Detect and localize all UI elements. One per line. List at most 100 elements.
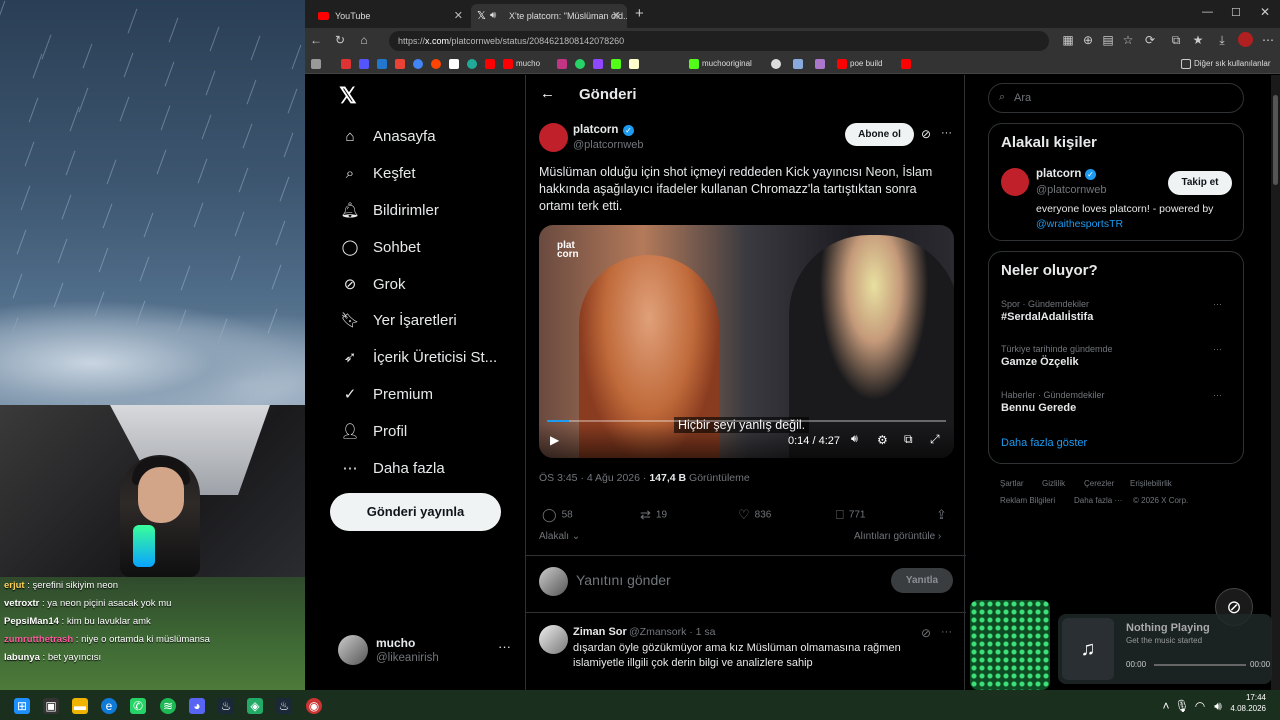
related-avatar[interactable] xyxy=(1001,168,1029,196)
zoom-icon[interactable]: ⊕ xyxy=(1081,33,1095,47)
bookmark-action[interactable]: ⎕ 771 xyxy=(836,507,866,524)
footer-link[interactable]: Daha fazla ··· xyxy=(1074,496,1122,505)
grok-icon[interactable]: ⊘ xyxy=(921,127,931,141)
footer-link[interactable]: Erişilebilirlik xyxy=(1130,479,1172,488)
trend-item[interactable]: Türkiye tarihinde gündemde Gamze Özçelik ·… xyxy=(1001,343,1241,369)
trend-item[interactable]: Spor · Gündemdekiler #SerdalAdalıİstifa ··… xyxy=(1001,298,1241,324)
nav-item-explore[interactable]: ⌕ Keşfet xyxy=(339,162,416,186)
nav-item-profile[interactable]: 👤︎ Profil xyxy=(339,420,407,444)
apps-icon[interactable]: ▦ xyxy=(1061,33,1075,47)
footer-link[interactable]: Gizlilik xyxy=(1042,479,1065,488)
bookmark-icon-item[interactable] xyxy=(431,58,444,70)
tray-chevron-icon[interactable]: ˄ xyxy=(1158,698,1174,714)
subscribe-button[interactable]: Abone ol xyxy=(845,123,914,146)
bookmark-icon-item[interactable] xyxy=(467,58,480,70)
bookmark-icon-item[interactable] xyxy=(901,58,914,70)
follow-button[interactable]: Takip et xyxy=(1168,171,1232,195)
like-action[interactable]: ♡ 836 xyxy=(738,507,771,524)
split-screen-icon[interactable]: ⧉ xyxy=(1169,33,1183,47)
refresh-icon[interactable]: ↻ xyxy=(333,33,347,47)
bookmark-icon-item[interactable] xyxy=(395,58,408,70)
close-icon[interactable]: ✕ xyxy=(612,4,621,28)
view-quotes-link[interactable]: Alıntıları görüntüle › xyxy=(854,531,941,542)
pip-icon[interactable]: ⧉ xyxy=(904,432,913,447)
bookmark-icon-item[interactable] xyxy=(629,58,642,70)
more-icon[interactable]: ··· xyxy=(1213,298,1222,311)
author-name[interactable]: platcorn xyxy=(573,124,618,136)
related-handle[interactable]: @platcornweb xyxy=(1036,184,1106,196)
bookmark-muchooriginal[interactable]: muchooriginal xyxy=(689,58,752,70)
steam-icon[interactable]: ♨ xyxy=(276,698,292,714)
reply-avatar[interactable] xyxy=(539,625,568,654)
reply-button[interactable]: Yanıtla xyxy=(891,568,953,593)
home-icon[interactable]: ⌂ xyxy=(357,33,371,47)
video-player[interactable]: platcorn Hiçbir şeyi yanlış değil. ▶ 0:1… xyxy=(539,225,954,458)
discord-icon[interactable]: ◕ xyxy=(189,698,205,714)
favorites-bar-icon[interactable]: ★ xyxy=(1191,33,1205,47)
nav-item-grok[interactable]: ⊘ Grok xyxy=(339,273,406,297)
more-icon[interactable]: ··· xyxy=(1213,389,1222,402)
extension-icon[interactable]: ⟳ xyxy=(1143,33,1157,47)
bookmark-icon-item[interactable] xyxy=(815,58,828,70)
edge-icon[interactable]: e xyxy=(101,698,117,714)
bookmark-icon-item[interactable] xyxy=(359,58,372,70)
nav-item-creator-studio[interactable]: ➶ İçerik Üreticisi St... xyxy=(339,346,497,370)
wifi-icon[interactable]: ◠ xyxy=(1192,698,1208,714)
account-switcher[interactable]: mucho @likeanirish ··· xyxy=(338,633,518,669)
post-button[interactable]: Gönderi yayınla xyxy=(330,493,501,531)
microphone-icon[interactable]: 🎙︎ xyxy=(1174,698,1190,714)
trend-item[interactable]: Haberler · Gündemdekiler Bennu Gerede ··· xyxy=(1001,389,1241,415)
related-name[interactable]: platcorn xyxy=(1036,168,1081,180)
sort-relevance[interactable]: Alakalı ⌄ xyxy=(539,531,580,542)
bookmark-poe-build[interactable]: poe build xyxy=(837,58,882,70)
spotify-icon[interactable]: ≋ xyxy=(160,698,176,714)
bookmark-icon-item[interactable] xyxy=(341,58,354,70)
start-icon[interactable]: ⊞ xyxy=(14,698,30,714)
search-box[interactable]: ⌕ Ara xyxy=(988,83,1244,113)
scrollbar-thumb[interactable] xyxy=(1273,95,1278,185)
bookmark-icon-item[interactable] xyxy=(377,58,390,70)
back-arrow-icon[interactable]: ← xyxy=(540,85,555,102)
bookmark-icon-item[interactable] xyxy=(611,58,624,70)
task-view-icon[interactable]: ▣ xyxy=(43,698,59,714)
menu-icon[interactable]: ⋯ xyxy=(1261,33,1275,47)
favorite-icon[interactable]: ☆ xyxy=(1121,33,1135,47)
nav-item-notifications[interactable]: 🔔︎ Bildirimler xyxy=(339,199,438,223)
repost-action[interactable]: ⇄ 19 xyxy=(640,507,667,524)
profile-avatar[interactable] xyxy=(1238,32,1253,47)
tab-x-post[interactable]: 𝕏 🔊︎ X'te platcorn: "Müslüman old... ✕ xyxy=(471,4,627,28)
footer-link[interactable]: Şartlar xyxy=(1000,479,1024,488)
back-icon[interactable]: ← xyxy=(309,33,323,47)
new-tab-button[interactable]: + xyxy=(635,5,644,22)
reply-author-name[interactable]: Ziman Sor xyxy=(573,626,627,638)
bookmark-icon-item[interactable] xyxy=(311,58,324,70)
nav-item-chat[interactable]: ◯ Sohbet xyxy=(339,236,421,260)
reader-icon[interactable]: ▤ xyxy=(1101,33,1115,47)
author-handle[interactable]: @platcornweb xyxy=(573,139,643,151)
fullscreen-icon[interactable]: ⤢ xyxy=(930,432,940,447)
bookmark-icon-item[interactable] xyxy=(771,58,784,70)
nav-item-more[interactable]: ⋯ Daha fazla xyxy=(339,457,445,481)
author-avatar[interactable] xyxy=(539,123,568,152)
volume-icon[interactable]: 🔊︎ xyxy=(851,433,858,446)
music-progress[interactable] xyxy=(1154,664,1246,666)
bookmark-icon-item[interactable] xyxy=(413,58,426,70)
more-icon[interactable]: ··· xyxy=(498,639,511,654)
speaker-icon[interactable]: 🔊︎ xyxy=(490,4,496,28)
reply-action[interactable]: ◯ 58 xyxy=(542,507,573,524)
reply-input[interactable]: Yanıtını gönder xyxy=(576,572,671,588)
url-field[interactable]: https://x.com/platcornweb/status/2084621… xyxy=(389,31,1049,51)
settings-icon[interactable]: ⚙ xyxy=(877,433,888,447)
bookmark-icon-item[interactable] xyxy=(575,58,588,70)
nav-item-premium[interactable]: ✓ Premium xyxy=(339,383,433,407)
bookmark-icon-item[interactable] xyxy=(593,58,606,70)
video-progress[interactable] xyxy=(547,420,946,422)
close-icon[interactable]: ✕ xyxy=(454,4,463,28)
other-bookmarks-folder[interactable]: Diğer sık kullanılanlar xyxy=(1181,58,1270,70)
more-icon[interactable]: ··· xyxy=(1213,343,1222,356)
show-more-link[interactable]: Daha fazla göster xyxy=(1001,437,1087,449)
bookmark-icon-item[interactable] xyxy=(449,58,462,70)
maximize-button[interactable]: ☐ xyxy=(1231,6,1241,19)
app-icon[interactable]: ◈ xyxy=(247,698,263,714)
nav-item-bookmarks[interactable]: 🔖︎ Yer İşaretleri xyxy=(339,309,456,333)
